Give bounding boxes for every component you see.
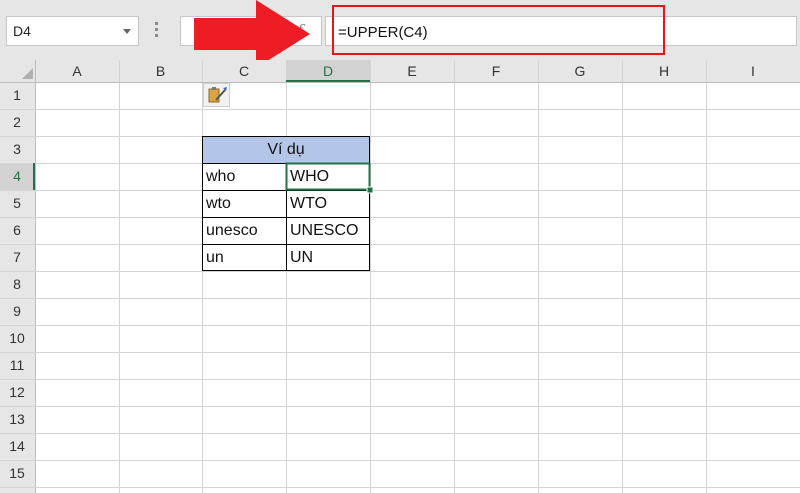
table-header-cell[interactable]: Ví dụ <box>202 136 370 163</box>
column-header-g[interactable]: G <box>538 60 622 82</box>
cell-c4[interactable]: who <box>206 163 235 190</box>
cell-c5[interactable]: wto <box>206 190 231 217</box>
column-header-h[interactable]: H <box>622 60 706 82</box>
cell-c6[interactable]: unesco <box>206 217 258 244</box>
column-header-f[interactable]: F <box>454 60 538 82</box>
row-header-5[interactable]: 5 <box>0 190 34 217</box>
cell-d5[interactable]: WTO <box>290 190 327 217</box>
cell-d6[interactable]: UNESCO <box>290 217 358 244</box>
row-header-7[interactable]: 7 <box>0 244 34 271</box>
paste-options-icon[interactable] <box>203 83 230 107</box>
cell-d7[interactable]: UN <box>290 244 313 271</box>
row-header-12[interactable]: 12 <box>0 379 34 406</box>
row-header-16[interactable]: 16 <box>0 487 34 493</box>
row-header-10[interactable]: 10 <box>0 325 34 352</box>
row-header-6[interactable]: 6 <box>0 217 34 244</box>
row-header-15[interactable]: 15 <box>0 460 34 487</box>
column-header-c[interactable]: C <box>202 60 286 82</box>
cell-d4[interactable]: WHO <box>290 163 329 190</box>
column-header-i[interactable]: I <box>706 60 800 82</box>
row-header-13[interactable]: 13 <box>0 406 34 433</box>
row-header-1[interactable]: 1 <box>0 82 34 109</box>
fill-handle[interactable] <box>366 186 374 194</box>
row-header-14[interactable]: 14 <box>0 433 34 460</box>
row-header-11[interactable]: 11 <box>0 352 34 379</box>
cell-c7[interactable]: un <box>206 244 224 271</box>
row-header-4[interactable]: 4 <box>0 163 34 190</box>
row-header-3[interactable]: 3 <box>0 136 34 163</box>
column-header-d[interactable]: D <box>286 60 370 82</box>
column-header-b[interactable]: B <box>119 60 202 82</box>
column-header-a[interactable]: A <box>35 60 119 82</box>
row-header-9[interactable]: 9 <box>0 298 34 325</box>
column-header-e[interactable]: E <box>370 60 454 82</box>
row-header-2[interactable]: 2 <box>0 109 34 136</box>
row-header-8[interactable]: 8 <box>0 271 34 298</box>
